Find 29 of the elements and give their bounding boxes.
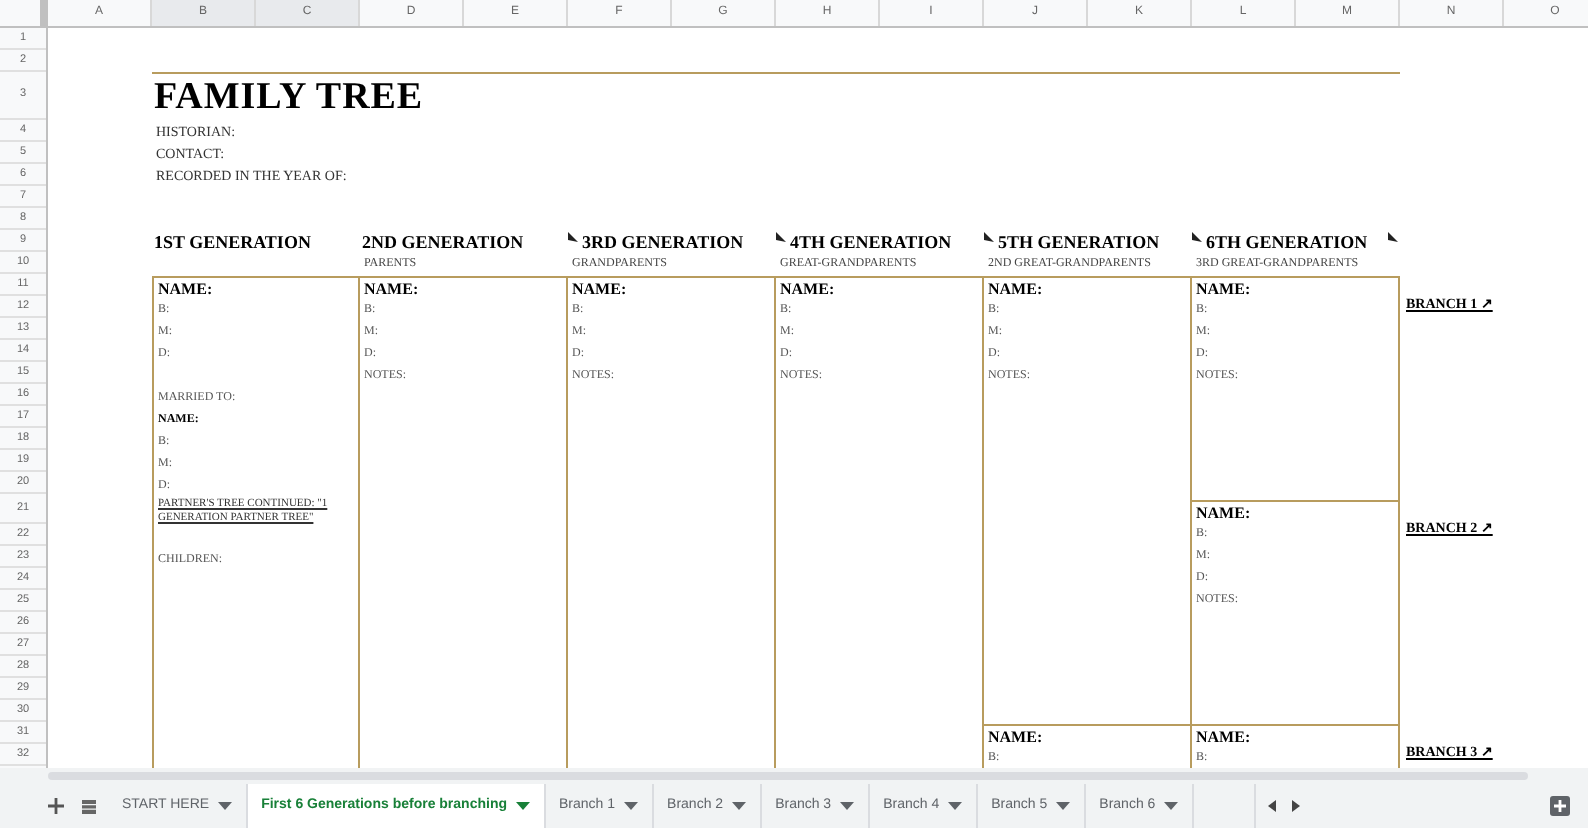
- plus-icon: [48, 798, 64, 814]
- name-label: NAME:: [1194, 502, 1253, 524]
- dropdown-caret-icon: [217, 802, 232, 810]
- dropdown-caret-icon: [623, 802, 638, 810]
- title: FAMILY TREE: [152, 74, 426, 122]
- list-icon: [81, 799, 95, 813]
- name-label: NAME:: [1194, 278, 1253, 300]
- scroll-left-icon[interactable]: [1268, 800, 1276, 812]
- scroll-right-icon[interactable]: [1292, 800, 1300, 812]
- generation-heading: 3RD GENERATION: [580, 232, 744, 254]
- name-label: NAME:: [1194, 726, 1253, 748]
- dropdown-caret-icon: [731, 802, 746, 810]
- name-label: NAME:: [986, 278, 1045, 300]
- name-label: NAME:: [362, 278, 421, 300]
- generation-heading: 1ST GENERATION: [152, 232, 311, 254]
- generation-heading: 6TH GENERATION: [1204, 232, 1368, 254]
- generation-heading: 2ND GENERATION: [360, 232, 524, 254]
- name-label: NAME:: [986, 726, 1045, 748]
- dropdown-caret-icon: [1055, 802, 1070, 810]
- name-label: NAME:: [570, 278, 629, 300]
- dropdown-caret-icon: [1163, 802, 1178, 810]
- explore-icon: [1550, 796, 1570, 816]
- dropdown-caret-icon: [515, 802, 529, 810]
- generation-heading: 5TH GENERATION: [996, 232, 1160, 254]
- dropdown-caret-icon: [947, 802, 962, 810]
- dropdown-caret-icon: [839, 802, 854, 810]
- generation-heading: 4TH GENERATION: [788, 232, 952, 254]
- name-label: NAME:: [778, 278, 837, 300]
- name-label: NAME:: [156, 278, 215, 300]
